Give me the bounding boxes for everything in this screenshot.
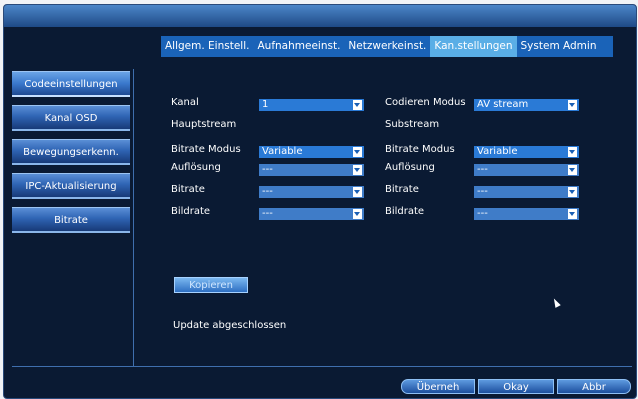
ok-button[interactable]: Okay bbox=[478, 379, 554, 394]
channel-value: 1 bbox=[262, 99, 269, 110]
tab-channel-settings[interactable]: Kan.stellungen bbox=[430, 36, 517, 57]
substream-header: Substream bbox=[385, 119, 440, 130]
tab-recording-settings[interactable]: Aufnahmeeinst. bbox=[253, 36, 344, 57]
sub-framerate-label: Bildrate bbox=[385, 206, 425, 217]
sub-bitrate-mode-value: Variable bbox=[477, 146, 518, 157]
sub-bitrate-value: --- bbox=[477, 186, 488, 197]
sub-resolution-dropdown[interactable]: --- bbox=[474, 164, 579, 176]
chevron-down-icon bbox=[568, 100, 577, 110]
main-resolution-dropdown[interactable]: --- bbox=[259, 164, 364, 176]
sidebar-item-channel-osd[interactable]: Kanal OSD bbox=[12, 105, 130, 131]
chevron-down-icon bbox=[353, 209, 362, 219]
encode-mode-dropdown[interactable]: AV stream bbox=[474, 99, 579, 111]
mainstream-header: Hauptstream bbox=[171, 119, 237, 130]
cancel-button[interactable]: Abbr bbox=[557, 379, 631, 394]
tab-general-settings[interactable]: Allgem. Einstell. bbox=[161, 36, 253, 57]
main-bitrate-mode-dropdown[interactable]: Variable bbox=[259, 146, 364, 158]
main-framerate-value: --- bbox=[262, 208, 273, 219]
status-text: Update abgeschlossen bbox=[173, 320, 287, 331]
main-bitrate-value: --- bbox=[262, 186, 273, 197]
encode-mode-label: Codieren Modus bbox=[385, 97, 466, 108]
chevron-down-icon bbox=[568, 209, 577, 219]
tab-network-settings[interactable]: Netzwerkeinst. bbox=[344, 36, 430, 57]
sidebar-item-ipc-update[interactable]: IPC-Aktualisierung bbox=[12, 173, 130, 199]
sidebar-item-code-settings[interactable]: Codeeinstellungen bbox=[12, 71, 130, 97]
chevron-down-icon bbox=[353, 187, 362, 197]
main-bitrate-label: Bitrate bbox=[171, 184, 205, 195]
sub-bitrate-dropdown[interactable]: --- bbox=[474, 186, 579, 198]
chevron-down-icon bbox=[353, 147, 362, 157]
sidebar-item-bitrate[interactable]: Bitrate bbox=[12, 207, 130, 233]
chevron-down-icon bbox=[568, 165, 577, 175]
main-framerate-label: Bildrate bbox=[171, 206, 211, 217]
sub-bitrate-mode-dropdown[interactable]: Variable bbox=[474, 146, 579, 158]
encode-mode-value: AV stream bbox=[477, 99, 529, 110]
mouse-cursor-icon bbox=[551, 297, 561, 308]
chevron-down-icon bbox=[568, 147, 577, 157]
chevron-down-icon bbox=[353, 165, 362, 175]
window-title-bar bbox=[4, 5, 636, 27]
chevron-down-icon bbox=[353, 100, 362, 110]
main-resolution-label: Auflösung bbox=[171, 162, 221, 173]
main-bitrate-dropdown[interactable]: --- bbox=[259, 186, 364, 198]
sub-framerate-value: --- bbox=[477, 208, 488, 219]
channel-label: Kanal bbox=[171, 97, 199, 108]
sub-bitrate-mode-label: Bitrate Modus bbox=[385, 144, 455, 155]
footer-divider bbox=[12, 366, 632, 367]
main-bitrate-mode-label: Bitrate Modus bbox=[171, 144, 241, 155]
sidebar-item-motion-detection[interactable]: Bewegungserkenn. bbox=[12, 139, 130, 165]
sub-framerate-dropdown[interactable]: --- bbox=[474, 208, 579, 220]
tab-bar: Allgem. Einstell. Aufnahmeeinst. Netzwer… bbox=[161, 36, 613, 57]
main-resolution-value: --- bbox=[262, 164, 273, 175]
tab-system-admin[interactable]: System Admin bbox=[517, 36, 601, 57]
sidebar-divider bbox=[133, 69, 134, 366]
main-framerate-dropdown[interactable]: --- bbox=[259, 208, 364, 220]
apply-button[interactable]: Überneh bbox=[401, 379, 475, 394]
dvr-settings-window: Allgem. Einstell. Aufnahmeeinst. Netzwer… bbox=[3, 4, 637, 399]
sub-bitrate-label: Bitrate bbox=[385, 184, 419, 195]
sub-resolution-label: Auflösung bbox=[385, 162, 435, 173]
copy-button[interactable]: Kopieren bbox=[174, 277, 248, 293]
sub-resolution-value: --- bbox=[477, 164, 488, 175]
main-bitrate-mode-value: Variable bbox=[262, 146, 303, 157]
channel-dropdown[interactable]: 1 bbox=[259, 99, 364, 111]
chevron-down-icon bbox=[568, 187, 577, 197]
